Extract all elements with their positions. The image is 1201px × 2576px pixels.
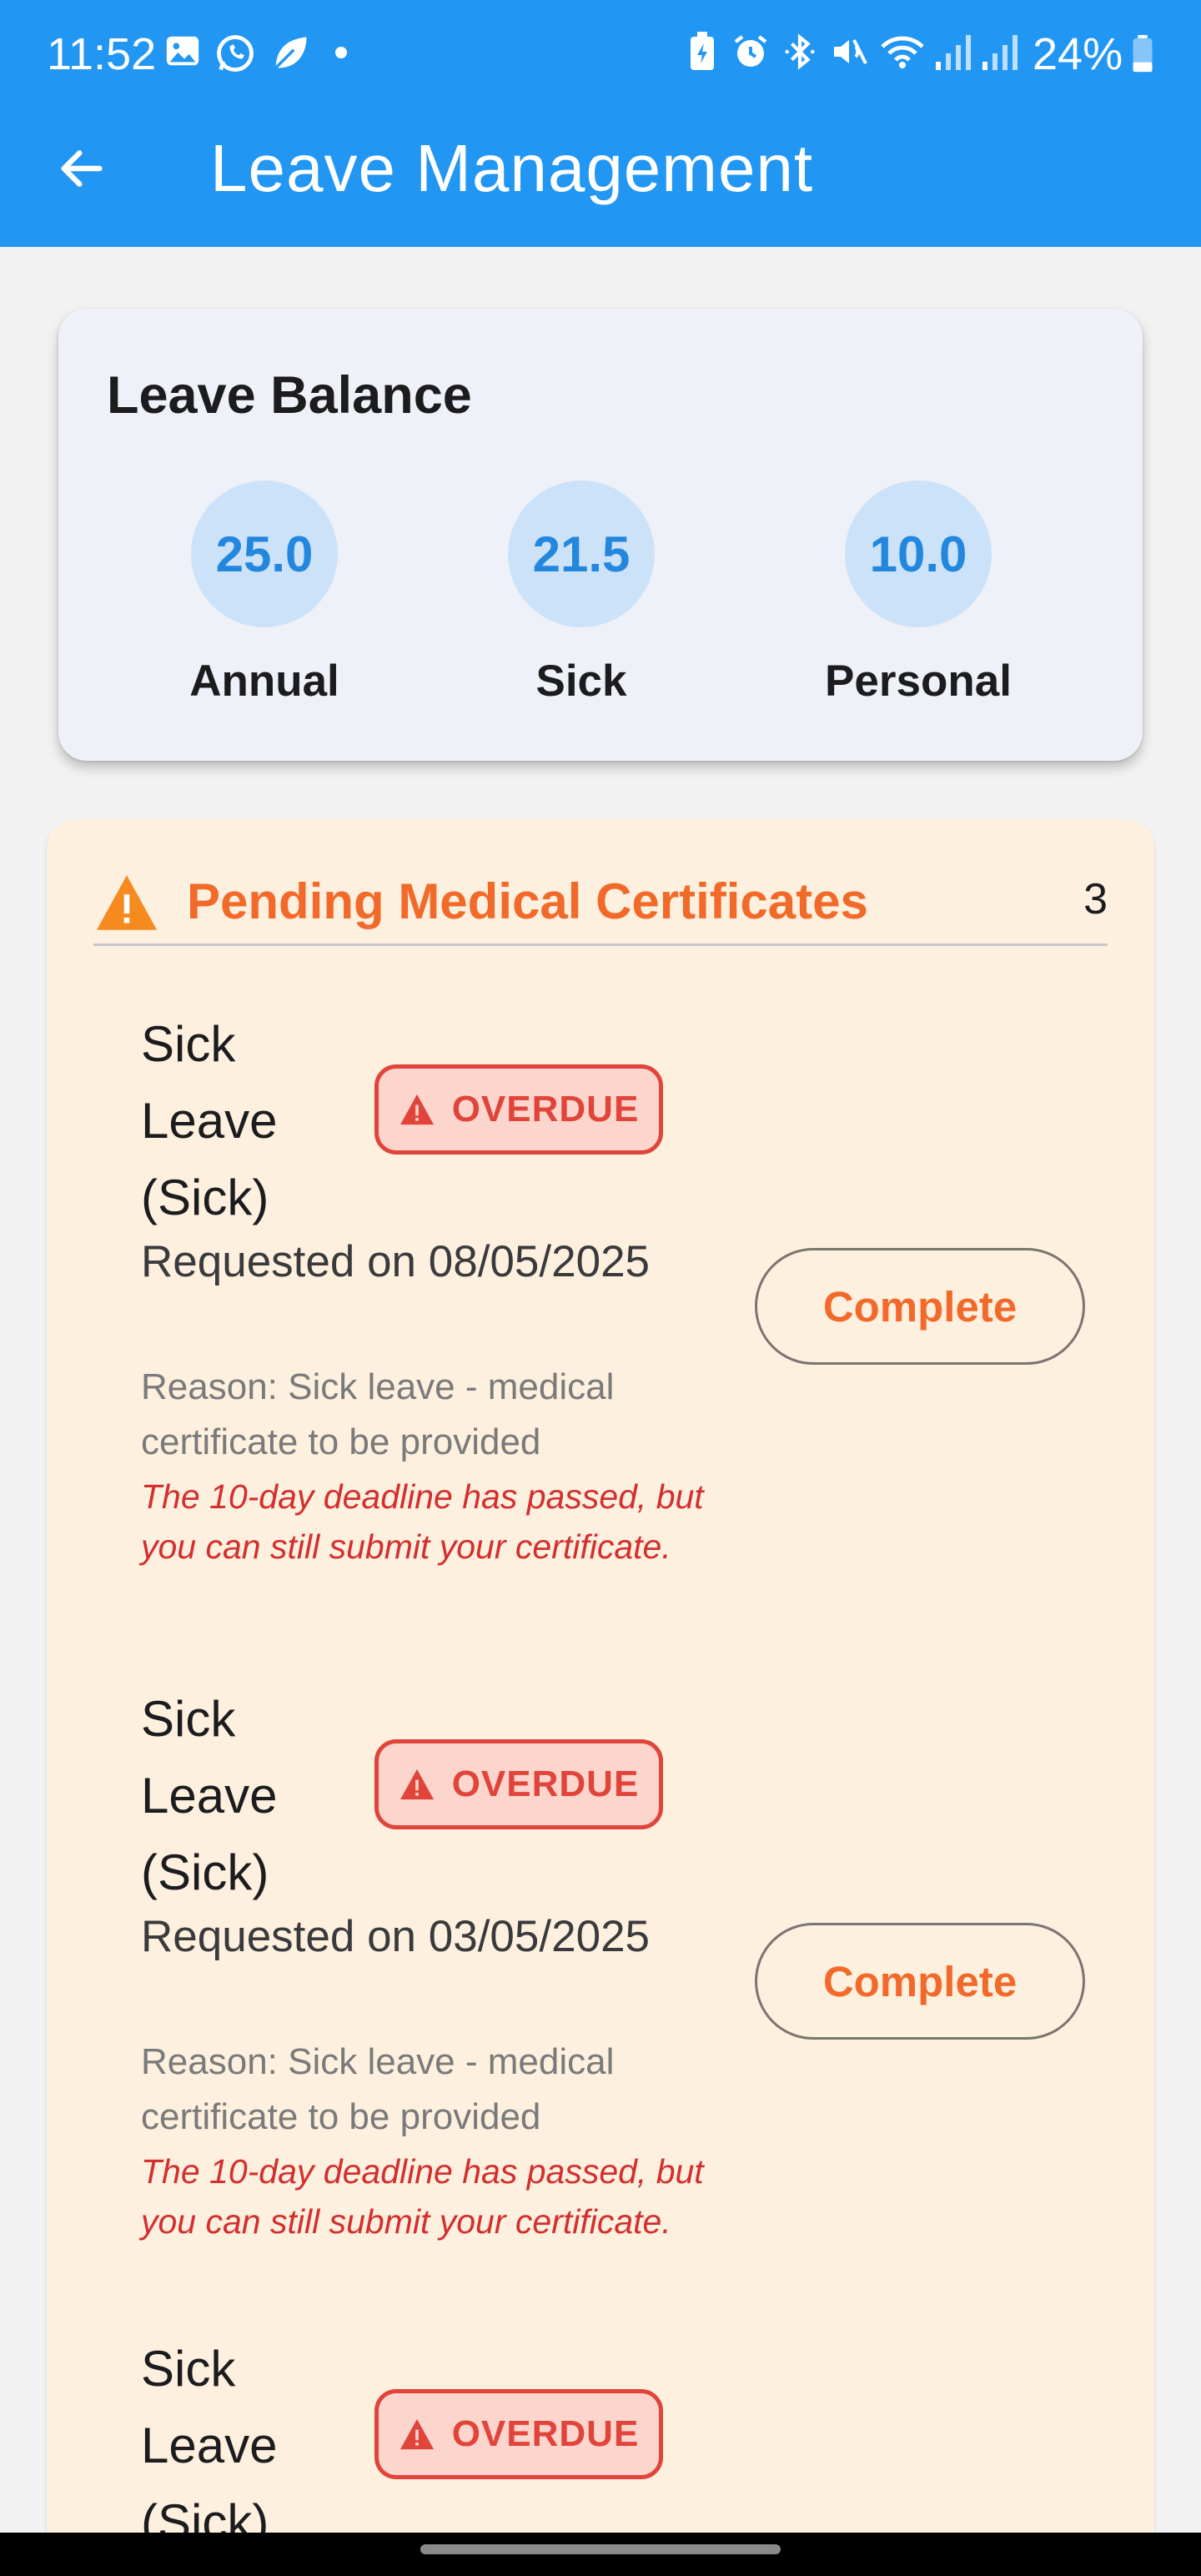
- battery-saver-icon: [686, 32, 719, 76]
- overdue-badge: OVERDUE: [374, 2389, 663, 2479]
- status-bar: 11:52 24%: [0, 0, 1201, 108]
- back-button[interactable]: [48, 135, 115, 202]
- balance-value: 21.5: [508, 480, 655, 627]
- mute-icon: [829, 32, 869, 76]
- bluetooth-icon: [781, 32, 819, 76]
- warning-icon: [399, 2418, 434, 2450]
- overdue-label: OVERDUE: [451, 1763, 640, 1804]
- pending-count: 3: [1083, 875, 1108, 923]
- whatsapp-icon: [214, 32, 257, 79]
- overdue-label: OVERDUE: [451, 1089, 640, 1130]
- balance-value: 10.0: [845, 480, 992, 627]
- pending-title: Pending Medical Certificates: [187, 873, 868, 929]
- alarm-icon: [731, 32, 771, 76]
- leave-balance-card: Leave Balance 25.0 Annual 21.5 Sick 10.0…: [58, 309, 1143, 761]
- warning-icon: [399, 1768, 434, 1800]
- overdue-label: OVERDUE: [451, 2413, 640, 2454]
- balance-label: Annual: [189, 657, 339, 706]
- balance-sick: 21.5 Sick: [473, 480, 690, 707]
- deadline-note: The 10-day deadline has passed, but you …: [141, 2152, 704, 2241]
- list-item: Sick Leave (Sick) OVERDUE Requested on 0…: [141, 1006, 1085, 1640]
- signal-icon: [981, 32, 1018, 76]
- arrow-left-icon: [61, 150, 103, 187]
- leave-balance-title: Leave Balance: [107, 366, 472, 425]
- complete-button[interactable]: Complete: [755, 1923, 1085, 2040]
- deadline-note: The 10-day deadline has passed, but you …: [141, 1477, 704, 1566]
- balance-annual: 25.0 Annual: [156, 480, 373, 707]
- app-header: 11:52 24% Leave Management: [0, 0, 1201, 247]
- reason-text: Reason: Sick leave - medical certificate…: [141, 1366, 615, 1462]
- complete-button[interactable]: Complete: [755, 1248, 1085, 1365]
- app-bar: Leave Management: [0, 108, 1201, 247]
- leaf-icon: [269, 32, 312, 79]
- leave-type: Sick Leave (Sick): [141, 2341, 278, 2550]
- status-time: 11:52: [47, 29, 157, 79]
- system-nav-bar: [0, 2533, 1201, 2576]
- warning-icon: [93, 873, 160, 937]
- balance-value: 25.0: [191, 480, 338, 627]
- requested-date: Requested on 03/05/2025: [141, 1912, 651, 1961]
- gallery-icon: [163, 32, 202, 74]
- battery-percentage: 24%: [1033, 29, 1123, 79]
- home-handle[interactable]: [420, 2544, 781, 2554]
- pending-certificates-card: Pending Medical Certificates 3 Sick Leav…: [47, 819, 1154, 2576]
- warning-icon: [399, 1094, 434, 1125]
- battery-icon: [1131, 35, 1154, 78]
- requested-date: Requested on 08/05/2025: [141, 1237, 651, 1286]
- reason-text: Reason: Sick leave - medical certificate…: [141, 2041, 615, 2137]
- overdue-badge: OVERDUE: [374, 1739, 663, 1829]
- dot-icon: [335, 47, 347, 63]
- pending-header: Pending Medical Certificates 3: [93, 869, 1108, 946]
- signal-icon: [934, 32, 971, 76]
- balance-label: Personal: [825, 657, 1012, 706]
- overdue-badge: OVERDUE: [374, 1064, 663, 1155]
- page-title: Leave Management: [210, 131, 814, 205]
- wifi-icon: [879, 32, 926, 76]
- balance-personal: 10.0 Personal: [810, 480, 1027, 707]
- list-item: Sick Leave (Sick) OVERDUE Requested on 0…: [141, 1681, 1085, 2315]
- leave-type: Sick Leave (Sick): [141, 1691, 278, 1900]
- balance-label: Sick: [535, 657, 627, 706]
- leave-type: Sick Leave (Sick): [141, 1016, 278, 1225]
